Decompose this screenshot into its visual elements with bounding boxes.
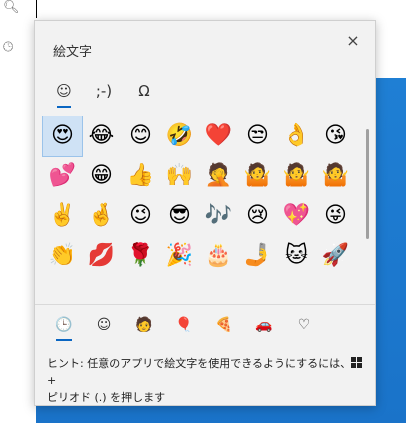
category-celebration[interactable]: 🎈 bbox=[167, 311, 201, 341]
emoji-cell[interactable]: 🌹 bbox=[121, 236, 160, 276]
category-food[interactable]: 🍕 bbox=[207, 311, 241, 341]
emoji-cell[interactable]: 🤷 bbox=[238, 156, 277, 196]
emoji-cell[interactable]: 😒 bbox=[238, 116, 277, 156]
hint-line2: ピリオド (.) を押します bbox=[47, 391, 166, 404]
emoji-cell[interactable]: 🤞 bbox=[82, 196, 121, 236]
emoji-cell[interactable]: 🐱 bbox=[277, 236, 316, 276]
emoji-cell[interactable]: 😉 bbox=[121, 196, 160, 236]
emoji-cell[interactable]: 🤦 bbox=[199, 156, 238, 196]
emoji-grid: 😍 😂 😊 🤣 ❤️ 😒 👌 😘 💕 😁 👍 🙌 🤦 🤷 🤷 🤷 ✌️ 🤞 😉 😎 🎶 😢 💖 😜 👏 💋 🌹 🎉 🎂 🤳 🐱 🚀 bbox=[42, 116, 361, 276]
emoji-cell[interactable]: 🙌 bbox=[160, 156, 199, 196]
category-smileys[interactable]: ☺ bbox=[87, 311, 121, 341]
category-recent[interactable]: 🕒 bbox=[47, 311, 81, 341]
emoji-panel: 絵文字 × ☺ ;-) Ω 😍 😂 😊 🤣 ❤️ 😒 👌 😘 💕 😁 👍 🙌 🤦 🤷 🤷 🤷 ✌️ 🤞 😉 😎 🎶 😢 💖 😜… bbox=[34, 20, 376, 406]
windows-key-icon bbox=[351, 357, 363, 368]
emoji-cell[interactable]: 🎂 bbox=[199, 236, 238, 276]
emoji-cell[interactable]: 😊 bbox=[121, 116, 160, 156]
tab-kaomoji[interactable]: ;-) bbox=[87, 76, 121, 110]
emoji-cell[interactable]: ❤️ bbox=[199, 116, 238, 156]
emoji-cell[interactable]: 👌 bbox=[277, 116, 316, 156]
hint-line1: ヒント: 任意のアプリで絵文字を使用できるようにするには、 bbox=[47, 357, 352, 370]
emoji-cell[interactable]: 💖 bbox=[277, 196, 316, 236]
emoji-cell[interactable]: 🎉 bbox=[160, 236, 199, 276]
emoji-cell[interactable]: 🤷 bbox=[277, 156, 316, 196]
emoji-cell[interactable]: 💋 bbox=[82, 236, 121, 276]
text-caret bbox=[36, 0, 37, 18]
category-people[interactable]: 🧑 bbox=[127, 311, 161, 341]
emoji-cell[interactable]: 😁 bbox=[82, 156, 121, 196]
hint-text: ヒント: 任意のアプリで絵文字を使用できるようにするには、 + ピリオド (.)… bbox=[47, 355, 363, 406]
emoji-cell[interactable]: 😍 bbox=[42, 116, 83, 157]
category-bar: 🕒 ☺ 🧑 🎈 🍕 🚗 ♡ bbox=[35, 304, 375, 349]
emoji-cell[interactable]: 🤣 bbox=[160, 116, 199, 156]
emoji-cell[interactable]: 👏 bbox=[43, 236, 82, 276]
scrollbar[interactable] bbox=[366, 129, 369, 239]
emoji-cell[interactable]: 🎶 bbox=[199, 196, 238, 236]
tab-emoji[interactable]: ☺ bbox=[47, 76, 81, 110]
emoji-cell[interactable]: 💕 bbox=[43, 156, 82, 196]
emoji-cell[interactable]: ✌️ bbox=[43, 196, 82, 236]
emoji-cell[interactable]: 😂 bbox=[82, 116, 121, 156]
side-strip bbox=[0, 0, 36, 423]
category-transport[interactable]: 🚗 bbox=[247, 311, 281, 341]
emoji-cell[interactable]: 😎 bbox=[160, 196, 199, 236]
history-icon: 🕒︎ bbox=[3, 40, 14, 55]
emoji-cell[interactable]: 😢 bbox=[238, 196, 277, 236]
emoji-cell[interactable]: 🚀 bbox=[316, 236, 355, 276]
panel-title: 絵文字 bbox=[53, 45, 93, 60]
emoji-cell[interactable]: 🤷 bbox=[316, 156, 355, 196]
emoji-grid-wrap: 😍 😂 😊 🤣 ❤️ 😒 👌 😘 💕 😁 👍 🙌 🤦 🤷 🤷 🤷 ✌️ 🤞 😉 😎 🎶 😢 💖 😜 👏 💋 🌹 🎉 🎂 🤳 🐱 🚀 bbox=[35, 116, 375, 301]
close-icon[interactable]: × bbox=[343, 31, 363, 51]
hint-plus: + bbox=[47, 374, 57, 387]
category-hearts[interactable]: ♡ bbox=[287, 311, 321, 341]
emoji-cell[interactable]: 🤳 bbox=[238, 236, 277, 276]
emoji-cell[interactable]: 😜 bbox=[316, 196, 355, 236]
tab-symbols[interactable]: Ω bbox=[127, 76, 161, 110]
emoji-cell[interactable]: 👍 bbox=[121, 156, 160, 196]
emoji-cell[interactable]: 😘 bbox=[316, 116, 355, 156]
search-icon: 🔍︎ bbox=[3, 0, 20, 15]
text-area[interactable] bbox=[0, 0, 406, 20]
